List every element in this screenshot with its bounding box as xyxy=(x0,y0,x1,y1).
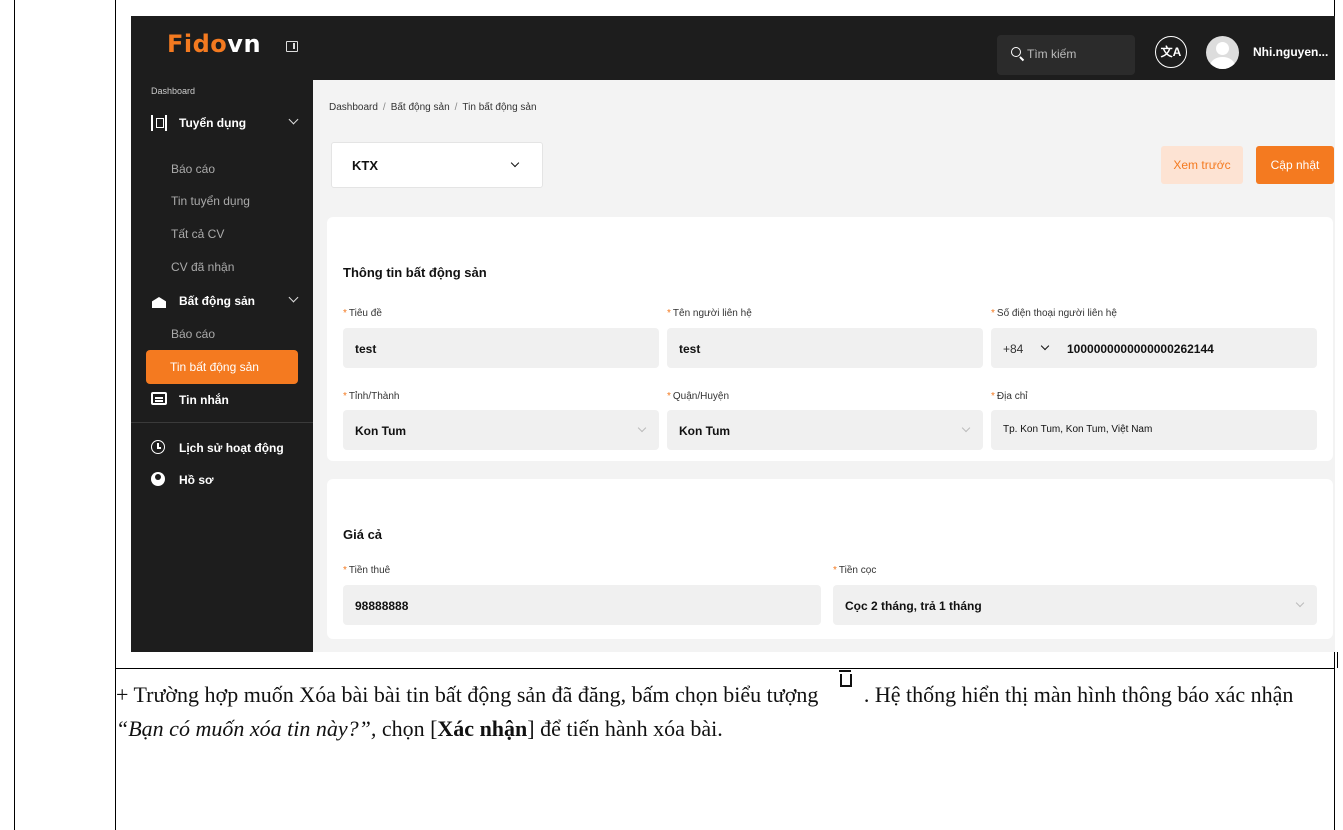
instruction-part: chọn [ xyxy=(376,716,438,741)
chevron-down-icon xyxy=(1295,598,1305,608)
sidebar-item-ho-so[interactable]: Hồ sơ xyxy=(151,470,301,492)
sidebar-group-tuyen-dung[interactable]: Tuyển dụng xyxy=(151,113,301,135)
province-select[interactable]: Kon Tum xyxy=(343,410,659,450)
chevron-down-icon xyxy=(961,423,971,433)
chevron-down-icon xyxy=(288,114,299,125)
avatar[interactable] xyxy=(1206,36,1239,69)
sidebar-section-label: Dashboard xyxy=(151,86,196,96)
address-input[interactable]: Tp. Kon Tum, Kon Tum, Việt Nam xyxy=(991,410,1317,450)
sidebar-item-tat-ca-cv[interactable]: Tất cả CV xyxy=(171,227,224,241)
trash-icon xyxy=(824,670,864,698)
sidebar-item-tin-nhan[interactable]: Tin nhắn xyxy=(151,390,301,412)
sidebar-item-label: Tin bất động sản xyxy=(170,360,259,374)
search-box[interactable]: Tìm kiếm xyxy=(997,35,1135,75)
house-icon xyxy=(151,293,167,309)
field-label: * Tiền cọc xyxy=(833,565,877,576)
field-label: * Địa chỉ xyxy=(991,391,1028,402)
field-label: * Tiêu đề xyxy=(343,308,382,319)
sidebar-item-label: Tin nhắn xyxy=(179,393,229,407)
chevron-down-icon xyxy=(637,423,647,433)
field-label: * Tiền thuê xyxy=(343,565,391,576)
breadcrumb-item[interactable]: Bất động sản xyxy=(391,102,450,113)
sidebar-toggle-icon[interactable] xyxy=(286,41,298,52)
translate-icon[interactable]: 文A xyxy=(1155,36,1187,68)
price-card: Giá cả * Tiền thuê 98888888 * Tiền cọc Cọc… xyxy=(327,479,1333,639)
update-button[interactable]: Cập nhật xyxy=(1256,146,1334,184)
section-title: Thông tin bất động sản xyxy=(343,265,487,280)
field-label: * Quận/Huyện xyxy=(667,391,730,402)
property-type-select[interactable]: KTX xyxy=(331,142,543,188)
sidebar-item-tin-tuyen-dung[interactable]: Tin tuyển dụng xyxy=(171,194,250,208)
field-label: * Tên người liên hệ xyxy=(667,308,752,319)
table-border-right-step xyxy=(1337,652,1338,668)
field-label: * Số điện thoại người liên hệ xyxy=(991,308,1117,319)
instruction-part: + Trường hợp muốn Xóa bài bài tin bất độ… xyxy=(116,682,819,707)
section-title: Giá cả xyxy=(343,527,383,542)
top-bar: Fidovn Tìm kiếm 文A Nhi.nguyen... xyxy=(131,16,1335,80)
rent-input[interactable]: 98888888 xyxy=(343,585,821,625)
property-info-card: Thông tin bất động sản * Tiêu đề test * Tê… xyxy=(327,217,1333,461)
table-border-left xyxy=(14,0,15,830)
chevron-down-icon xyxy=(288,292,299,303)
sidebar-item-bao-cao-td[interactable]: Báo cáo xyxy=(171,162,215,176)
field-label: * Tỉnh/Thành xyxy=(343,391,400,402)
profile-icon xyxy=(151,472,165,486)
preview-button[interactable]: Xem trước xyxy=(1161,146,1243,184)
deposit-select[interactable]: Cọc 2 tháng, trả 1 tháng xyxy=(833,585,1317,625)
instruction-text: + Trường hợp muốn Xóa bài bài tin bất độ… xyxy=(116,670,1332,746)
search-icon xyxy=(1011,47,1021,57)
sidebar-item-lich-su[interactable]: Lịch sử hoạt động xyxy=(151,438,301,460)
instruction-part: . Hệ thống hiển thị màn hình thông báo x… xyxy=(863,682,1294,707)
select-value: KTX xyxy=(352,158,378,173)
sidebar-item-tin-bat-dong-san[interactable]: Tin bất động sản xyxy=(146,350,298,384)
contact-name-input[interactable]: test xyxy=(667,328,983,368)
user-name[interactable]: Nhi.nguyen... xyxy=(1253,45,1328,59)
search-input[interactable]: Tìm kiếm xyxy=(1027,47,1076,61)
sidebar-item-cv-da-nhan[interactable]: CV đã nhận xyxy=(171,260,234,274)
sidebar-item-label: Lịch sử hoạt động xyxy=(179,441,284,455)
district-select[interactable]: Kon Tum xyxy=(667,410,983,450)
title-input[interactable]: test xyxy=(343,328,659,368)
sidebar-group-bat-dong-san[interactable]: Bất động sản xyxy=(151,291,301,313)
sidebar-item-bao-cao-bds[interactable]: Báo cáo xyxy=(171,327,215,341)
breadcrumb-item[interactable]: Dashboard xyxy=(329,102,378,113)
sidebar-group-label: Bất động sản xyxy=(179,294,256,308)
chat-icon xyxy=(151,392,167,405)
breadcrumb-item: Tin bất động sản xyxy=(462,102,537,113)
confirm-term: Xác nhận xyxy=(437,716,528,741)
breadcrumb: Dashboard / Bất động sản / Tin bất động sản xyxy=(329,102,537,113)
country-code-select[interactable]: +84 xyxy=(1003,342,1023,356)
history-icon xyxy=(151,440,165,454)
phone-input[interactable]: +84 1000000000000000262144 xyxy=(991,328,1317,368)
recruitment-icon xyxy=(151,115,167,131)
instruction-quote: “Bạn có muốn xóa tin này?”, xyxy=(116,716,377,741)
logo[interactable]: Fidovn xyxy=(167,30,261,58)
sidebar-divider xyxy=(131,422,313,423)
instruction-part: ] để tiến hành xóa bài. xyxy=(527,716,723,741)
chevron-down-icon xyxy=(510,158,520,168)
sidebar-item-label: Hồ sơ xyxy=(179,473,214,487)
chevron-down-icon xyxy=(1040,341,1050,351)
sidebar: Dashboard Tuyển dụng Báo cáo Tin tuyển d… xyxy=(131,80,313,652)
table-border-row xyxy=(115,668,1335,669)
app-screenshot: Fidovn Tìm kiếm 文A Nhi.nguyen... Dashboa… xyxy=(131,16,1335,652)
sidebar-group-label: Tuyển dụng xyxy=(179,116,247,130)
